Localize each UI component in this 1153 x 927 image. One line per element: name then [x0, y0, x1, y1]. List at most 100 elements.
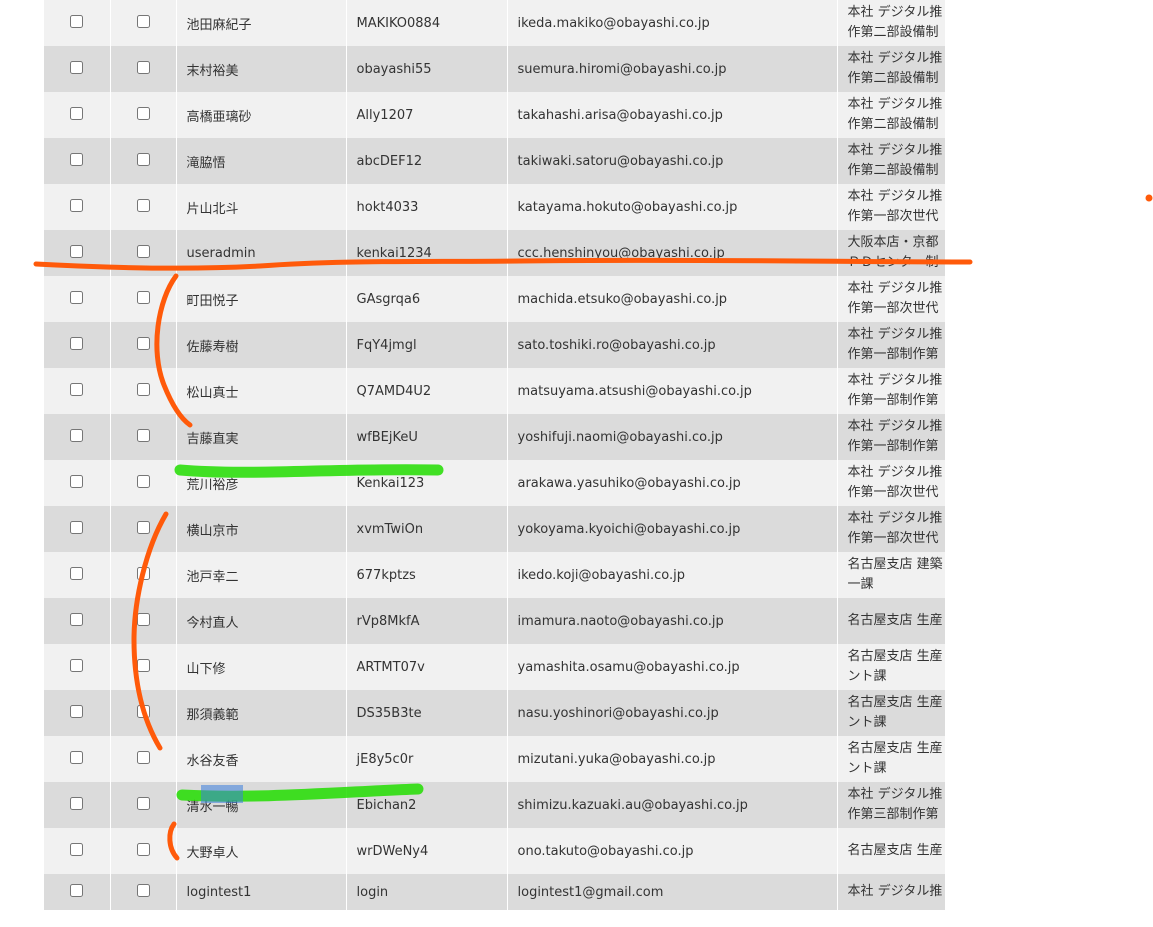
row-flag-checkbox[interactable] [136, 566, 150, 580]
department-line-1: 本社 デジタル推 [847, 5, 943, 20]
row-select-checkbox[interactable] [70, 842, 84, 856]
email-cell: suemura.hiromi@obayashi.co.jp [507, 46, 838, 92]
table-row: useradmin kenkai1234 ccc.henshinyou@obayas… [44, 230, 945, 276]
email-cell: ccc.henshinyou@obayashi.co.jp [507, 230, 838, 276]
orange-dot [1145, 194, 1153, 202]
row-flag-checkbox[interactable] [136, 704, 150, 718]
user-name-cell: 吉藤直実 [176, 414, 347, 460]
table-row: 水谷友香 jE8y5c0r mizutani.yuka@obayashi.co.jp… [44, 736, 945, 782]
row-flag-checkbox[interactable] [136, 520, 150, 534]
user-name-cell: 佐藤寿樹 [176, 322, 347, 368]
table-row: 今村直人 rVp8MkfA imamura.naoto@obayashi.co.jp… [44, 598, 945, 644]
select-checkbox-cell [44, 690, 111, 736]
email-cell: sato.toshiki.ro@obayashi.co.jp [507, 322, 838, 368]
row-select-checkbox[interactable] [70, 290, 84, 304]
table-row: 佐藤寿樹 FqY4jmgl sato.toshiki.ro@obayashi.co.… [44, 322, 945, 368]
login-id-cell: login [346, 874, 508, 910]
flag-checkbox-cell [110, 322, 177, 368]
row-select-checkbox[interactable] [70, 520, 84, 534]
row-flag-checkbox[interactable] [136, 428, 150, 442]
department-line-2: 一課 [847, 577, 874, 592]
user-name-cell: 滝脇悟 [176, 138, 347, 184]
row-select-checkbox[interactable] [70, 60, 84, 74]
select-checkbox-cell [44, 414, 111, 460]
row-select-checkbox[interactable] [70, 382, 84, 396]
flag-checkbox-cell [110, 874, 177, 910]
user-name-cell: logintest1 [176, 874, 347, 910]
flag-checkbox-cell [110, 690, 177, 736]
department-line-2: 作第二部設備制 [847, 25, 939, 40]
row-select-checkbox[interactable] [70, 750, 84, 764]
email-cell: takiwaki.satoru@obayashi.co.jp [507, 138, 838, 184]
email-cell: takahashi.arisa@obayashi.co.jp [507, 92, 838, 138]
row-flag-checkbox[interactable] [136, 612, 150, 626]
user-name-cell: 松山真士 [176, 368, 347, 414]
row-select-checkbox[interactable] [70, 474, 84, 488]
user-name-cell: 今村直人 [176, 598, 347, 644]
login-id-cell: xvmTwiOn [346, 506, 508, 552]
table-row: 町田悦子 GAsgrqa6 machida.etsuko@obayashi.co.j… [44, 276, 945, 322]
row-flag-checkbox[interactable] [136, 474, 150, 488]
row-flag-checkbox[interactable] [136, 106, 150, 120]
row-select-checkbox[interactable] [70, 198, 84, 212]
select-checkbox-cell [44, 322, 111, 368]
select-checkbox-cell [44, 644, 111, 690]
email-cell: ono.takuto@obayashi.co.jp [507, 828, 838, 874]
row-select-checkbox[interactable] [70, 336, 84, 350]
row-flag-checkbox[interactable] [136, 244, 150, 258]
table-row: 松山真士 Q7AMD4U2 matsuyama.atsushi@obayashi.c… [44, 368, 945, 414]
row-flag-checkbox[interactable] [136, 152, 150, 166]
login-id-cell: wfBEjKeU [346, 414, 508, 460]
department-cell: 大阪本店・京都 ＰＤセンター制 [837, 230, 945, 276]
row-flag-checkbox[interactable] [136, 290, 150, 304]
select-checkbox-cell [44, 736, 111, 782]
department-line-1: 本社 デジタル推 [847, 373, 943, 388]
row-select-checkbox[interactable] [70, 152, 84, 166]
department-line-1: 本社 デジタル推 [847, 327, 943, 342]
department-cell: 本社 デジタル推 作第一部制作第 [837, 322, 945, 368]
row-select-checkbox[interactable] [70, 566, 84, 580]
row-select-checkbox[interactable] [70, 14, 84, 28]
row-flag-checkbox[interactable] [136, 14, 150, 28]
row-flag-checkbox[interactable] [136, 382, 150, 396]
row-flag-checkbox[interactable] [136, 198, 150, 212]
row-select-checkbox[interactable] [70, 796, 84, 810]
user-table: 池田麻紀子 MAKIKO0884 ikeda.makiko@obayashi.co.… [44, 0, 945, 910]
row-flag-checkbox[interactable] [136, 842, 150, 856]
email-cell: shimizu.kazuaki.au@obayashi.co.jp [507, 782, 838, 828]
department-line-1: 名古屋支店 生産 [847, 741, 943, 756]
department-cell: 本社 デジタル推 作第一部制作第 [837, 414, 945, 460]
row-select-checkbox[interactable] [70, 428, 84, 442]
email-cell: ikeda.makiko@obayashi.co.jp [507, 0, 838, 46]
row-flag-checkbox[interactable] [136, 336, 150, 350]
row-flag-checkbox[interactable] [136, 883, 150, 897]
user-name-cell: 山下修 [176, 644, 347, 690]
user-name-cell: 大野卓人 [176, 828, 347, 874]
user-name-cell: 片山北斗 [176, 184, 347, 230]
email-cell: matsuyama.atsushi@obayashi.co.jp [507, 368, 838, 414]
row-select-checkbox[interactable] [70, 106, 84, 120]
department-line-1: 本社 デジタル推 [847, 143, 943, 158]
user-name-cell: 町田悦子 [176, 276, 347, 322]
table-row: 高橋亜璃砂 Ally1207 takahashi.arisa@obayashi.co… [44, 92, 945, 138]
row-flag-checkbox[interactable] [136, 796, 150, 810]
department-line-2: 作第一部次世代 [847, 301, 939, 316]
flag-checkbox-cell [110, 276, 177, 322]
row-flag-checkbox[interactable] [136, 60, 150, 74]
department-cell: 名古屋支店 生産 ント課 [837, 644, 945, 690]
row-flag-checkbox[interactable] [136, 750, 150, 764]
department-line-2: 作第二部設備制 [847, 117, 939, 132]
select-checkbox-cell [44, 552, 111, 598]
login-id-cell: ARTMT07v [346, 644, 508, 690]
row-select-checkbox[interactable] [70, 658, 84, 672]
row-select-checkbox[interactable] [70, 244, 84, 258]
row-select-checkbox[interactable] [70, 612, 84, 626]
email-cell: nasu.yoshinori@obayashi.co.jp [507, 690, 838, 736]
department-cell: 名古屋支店 生産 [837, 598, 945, 644]
row-select-checkbox[interactable] [70, 704, 84, 718]
row-select-checkbox[interactable] [70, 883, 84, 897]
flag-checkbox-cell [110, 828, 177, 874]
row-flag-checkbox[interactable] [136, 658, 150, 672]
login-id-cell: Q7AMD4U2 [346, 368, 508, 414]
table-row: 横山京市 xvmTwiOn yokoyama.kyoichi@obayashi.co… [44, 506, 945, 552]
